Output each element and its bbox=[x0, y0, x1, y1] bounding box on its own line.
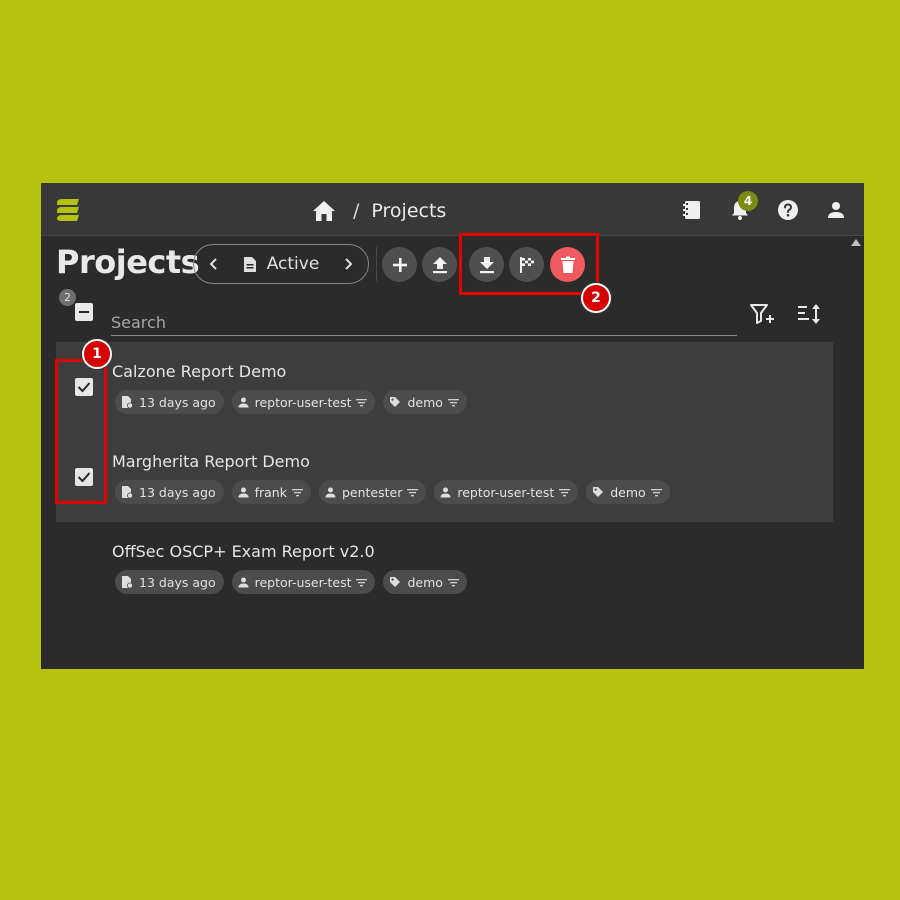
chip-label: demo bbox=[610, 484, 646, 500]
project-chips: 13 days ago reptor-user-test demo bbox=[115, 390, 467, 414]
filter-lines-icon[interactable] bbox=[356, 398, 368, 407]
member-chip[interactable]: pentester bbox=[318, 480, 427, 504]
breadcrumb-current[interactable]: Projects bbox=[371, 200, 446, 222]
chip-label: demo bbox=[407, 394, 443, 410]
plus-icon bbox=[392, 257, 407, 272]
created-date-chip[interactable]: 13 days ago bbox=[115, 570, 224, 594]
import-project-button[interactable] bbox=[422, 247, 457, 282]
select-all-checkbox[interactable] bbox=[75, 303, 93, 321]
breadcrumb-separator: / bbox=[353, 200, 360, 222]
chevron-left-icon bbox=[209, 258, 217, 270]
filter-lines-icon[interactable] bbox=[447, 578, 459, 587]
person-icon bbox=[238, 397, 249, 407]
project-row[interactable]: Margherita Report Demo 13 days ago frank… bbox=[56, 432, 833, 522]
upload-icon bbox=[432, 256, 447, 273]
member-chip[interactable]: reptor-user-test bbox=[231, 570, 376, 594]
reportcreator-logo-icon[interactable] bbox=[53, 197, 83, 225]
notebook-icon[interactable] bbox=[680, 198, 704, 222]
person-icon bbox=[325, 487, 336, 497]
filter-lines-icon[interactable] bbox=[559, 488, 571, 497]
toolbar-divider bbox=[376, 247, 377, 281]
scroll-up-arrow[interactable] bbox=[851, 239, 861, 246]
document-clock-icon bbox=[122, 396, 133, 409]
person-icon bbox=[238, 487, 249, 497]
help-icon[interactable] bbox=[776, 198, 800, 222]
tag-chip[interactable]: demo bbox=[383, 390, 467, 414]
sort-icon[interactable] bbox=[797, 301, 823, 327]
chip-label: frank bbox=[254, 484, 287, 500]
filter-lines-icon[interactable] bbox=[407, 488, 419, 497]
project-row[interactable]: Calzone Report Demo 13 days ago reptor-u… bbox=[56, 342, 833, 432]
project-chips: 13 days ago frank pentester reptor-user-… bbox=[115, 480, 670, 504]
app-window: / Projects 4 Projects Active 2 2 Search … bbox=[41, 183, 864, 669]
chevron-right-icon bbox=[345, 258, 353, 270]
status-filter-label: Active bbox=[266, 254, 320, 274]
chip-label: reptor-user-test bbox=[457, 484, 555, 500]
created-date-chip[interactable]: 13 days ago bbox=[115, 480, 224, 504]
next-status-button[interactable] bbox=[328, 245, 368, 283]
filter-lines-icon[interactable] bbox=[356, 578, 368, 587]
tag-chip[interactable]: demo bbox=[383, 570, 467, 594]
page-title: Projects bbox=[56, 243, 200, 281]
add-project-button[interactable] bbox=[382, 247, 417, 282]
tag-icon bbox=[390, 577, 401, 587]
filter-lines-icon[interactable] bbox=[447, 398, 459, 407]
member-chip[interactable]: reptor-user-test bbox=[434, 480, 579, 504]
filter-lines-icon[interactable] bbox=[650, 488, 662, 497]
home-icon[interactable] bbox=[311, 199, 337, 223]
chip-label: reptor-user-test bbox=[254, 574, 352, 590]
search-input[interactable] bbox=[111, 304, 737, 334]
highlight-box-bulk-actions bbox=[459, 233, 599, 295]
breadcrumb: / Projects bbox=[311, 197, 446, 225]
project-name[interactable]: Margherita Report Demo bbox=[112, 452, 310, 471]
chip-label: demo bbox=[407, 574, 443, 590]
tag-icon bbox=[390, 397, 401, 407]
highlight-box-row-checkboxes bbox=[55, 359, 107, 504]
user-account-icon[interactable] bbox=[824, 198, 848, 222]
status-filter[interactable]: Active bbox=[234, 254, 328, 274]
member-chip[interactable]: frank bbox=[231, 480, 311, 504]
project-row[interactable]: OffSec OSCP+ Exam Report v2.0 13 days ag… bbox=[56, 522, 833, 612]
document-clock-icon bbox=[122, 576, 133, 589]
chip-label: 13 days ago bbox=[139, 574, 216, 590]
project-name[interactable]: Calzone Report Demo bbox=[112, 362, 286, 381]
tag-chip[interactable]: demo bbox=[586, 480, 670, 504]
top-bar: / Projects 4 bbox=[41, 183, 864, 236]
annotation-marker-1: 1 bbox=[82, 339, 112, 369]
project-chips: 13 days ago reptor-user-test demo bbox=[115, 570, 467, 594]
chip-label: 13 days ago bbox=[139, 394, 216, 410]
selected-count-badge: 2 bbox=[59, 289, 76, 306]
person-icon bbox=[440, 487, 451, 497]
created-date-chip[interactable]: 13 days ago bbox=[115, 390, 224, 414]
filter-lines-icon[interactable] bbox=[291, 488, 303, 497]
notification-badge: 4 bbox=[738, 191, 758, 211]
tag-icon bbox=[593, 487, 604, 497]
document-clock-icon bbox=[122, 486, 133, 499]
member-chip[interactable]: reptor-user-test bbox=[231, 390, 376, 414]
previous-status-button[interactable] bbox=[194, 245, 234, 283]
status-filter-pill: Active bbox=[193, 244, 369, 284]
chip-label: 13 days ago bbox=[139, 484, 216, 500]
project-name[interactable]: OffSec OSCP+ Exam Report v2.0 bbox=[112, 542, 375, 561]
person-icon bbox=[238, 577, 249, 587]
chip-label: pentester bbox=[341, 484, 403, 500]
search-field[interactable] bbox=[111, 304, 737, 336]
filter-add-icon[interactable] bbox=[749, 301, 775, 327]
document-icon bbox=[243, 256, 256, 272]
chip-label: reptor-user-test bbox=[254, 394, 352, 410]
